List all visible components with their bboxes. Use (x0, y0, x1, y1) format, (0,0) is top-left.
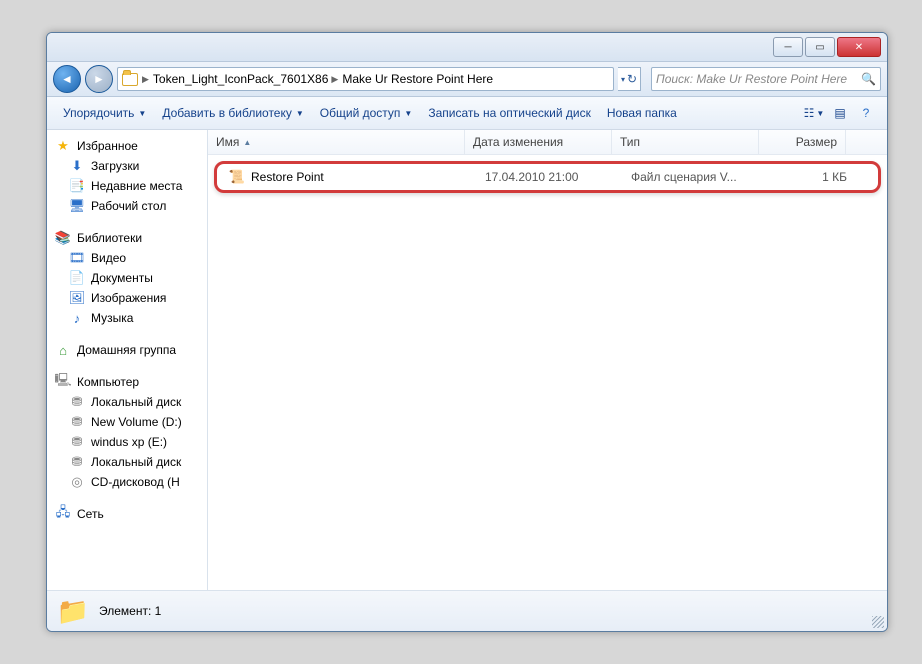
column-headers: Имя▲ Дата изменения Тип Размер (208, 130, 887, 155)
desktop-icon: 🖥 (69, 198, 85, 214)
video-icon: 🎞 (69, 250, 85, 266)
status-text: Элемент: 1 (99, 604, 161, 618)
sidebar-item-documents[interactable]: 📄Документы (47, 268, 207, 288)
share-button[interactable]: Общий доступ▼ (312, 102, 421, 124)
recent-icon: 📑 (69, 178, 85, 194)
file-name: Restore Point (251, 170, 324, 184)
sidebar-computer-head[interactable]: 🖳Компьютер (47, 372, 207, 392)
nav-bar: ◄ ► ▶ Token_Light_IconPack_7601X86▶ Make… (47, 62, 887, 97)
picture-icon: 🖼 (69, 290, 85, 306)
explorer-window: ─ ▭ ✕ ◄ ► ▶ Token_Light_IconPack_7601X86… (46, 32, 888, 632)
column-type[interactable]: Тип (612, 130, 759, 154)
computer-icon: 🖳 (55, 374, 71, 390)
refresh-button[interactable]: ▾ ↻ (618, 67, 641, 91)
sidebar-item-drive[interactable]: ⛃Локальный диск (47, 452, 207, 472)
sidebar-item-video[interactable]: 🎞Видео (47, 248, 207, 268)
drive-icon: ⛃ (69, 414, 85, 430)
title-bar: ─ ▭ ✕ (47, 33, 887, 62)
breadcrumb-item[interactable]: Make Ur Restore Point Here (342, 72, 493, 86)
drive-icon: ⛃ (69, 434, 85, 450)
sidebar-item-cd[interactable]: ◎CD-дисковод (H (47, 472, 207, 492)
column-name[interactable]: Имя▲ (208, 130, 465, 154)
sidebar-item-pictures[interactable]: 🖼Изображения (47, 288, 207, 308)
script-file-icon: 📜 (229, 169, 245, 185)
search-placeholder: Поиск: Make Ur Restore Point Here (656, 72, 847, 86)
library-icon: 📚 (55, 230, 71, 246)
chevron-down-icon: ▼ (404, 109, 412, 118)
cd-icon: ◎ (69, 474, 85, 490)
command-bar: Упорядочить▼ Добавить в библиотеку▼ Общи… (47, 97, 887, 130)
music-icon: ♪ (69, 310, 85, 326)
forward-button[interactable]: ► (85, 65, 113, 93)
sidebar-item-desktop[interactable]: 🖥Рабочий стол (47, 196, 207, 216)
sidebar-favorites-head[interactable]: ★Избранное (47, 136, 207, 156)
drive-icon: ⛃ (69, 394, 85, 410)
drive-icon: ⛃ (69, 454, 85, 470)
sidebar-item-music[interactable]: ♪Музыка (47, 308, 207, 328)
breadcrumb-item[interactable]: Token_Light_IconPack_7601X86▶ (153, 72, 338, 86)
organize-button[interactable]: Упорядочить▼ (55, 102, 154, 124)
new-folder-button[interactable]: Новая папка (599, 102, 685, 124)
burn-button[interactable]: Записать на оптический диск (420, 102, 599, 124)
maximize-button[interactable]: ▭ (805, 37, 835, 57)
highlight-annotation: 📜 Restore Point 17.04.2010 21:00 Файл сце… (214, 161, 881, 193)
add-library-button[interactable]: Добавить в библиотеку▼ (154, 102, 311, 124)
folder-icon (122, 71, 138, 87)
file-row[interactable]: 📜 Restore Point 17.04.2010 21:00 Файл сце… (221, 166, 874, 188)
back-button[interactable]: ◄ (53, 65, 81, 93)
file-list-pane: Имя▲ Дата изменения Тип Размер 📜 Restore … (208, 130, 887, 590)
search-icon: 🔍 (861, 72, 876, 86)
view-options-button[interactable]: ☷▼ (803, 102, 825, 124)
homegroup-icon: ⌂ (55, 342, 71, 358)
sidebar-item-drive[interactable]: ⛃windus xp (E:) (47, 432, 207, 452)
folder-icon: 📁 (57, 595, 89, 627)
preview-pane-button[interactable]: ▤ (829, 102, 851, 124)
breadcrumb-sep[interactable]: ▶ (142, 74, 149, 85)
file-type: Файл сценария V... (623, 170, 769, 184)
chevron-down-icon: ▼ (138, 109, 146, 118)
minimize-button[interactable]: ─ (773, 37, 803, 57)
sidebar-item-drive[interactable]: ⛃Локальный диск (47, 392, 207, 412)
refresh-icon: ↻ (627, 72, 637, 86)
address-bar[interactable]: ▶ Token_Light_IconPack_7601X86▶ Make Ur … (117, 67, 614, 91)
chevron-down-icon: ▼ (296, 109, 304, 118)
help-button[interactable]: ? (855, 102, 877, 124)
file-date: 17.04.2010 21:00 (477, 170, 623, 184)
file-size: 1 КБ (769, 170, 855, 184)
column-size[interactable]: Размер (759, 130, 846, 154)
sidebar-item-downloads[interactable]: ⬇Загрузки (47, 156, 207, 176)
document-icon: 📄 (69, 270, 85, 286)
close-button[interactable]: ✕ (837, 37, 881, 57)
sidebar-item-drive[interactable]: ⛃New Volume (D:) (47, 412, 207, 432)
sidebar-homegroup-head[interactable]: ⌂Домашняя группа (47, 340, 207, 360)
sort-asc-icon: ▲ (243, 138, 251, 147)
sidebar-item-recent[interactable]: 📑Недавние места (47, 176, 207, 196)
search-input[interactable]: Поиск: Make Ur Restore Point Here 🔍 (651, 67, 881, 91)
navigation-pane: ★Избранное ⬇Загрузки 📑Недавние места 🖥Ра… (47, 130, 208, 590)
chevron-down-icon: ▾ (621, 75, 625, 84)
column-date[interactable]: Дата изменения (465, 130, 612, 154)
sidebar-libraries-head[interactable]: 📚Библиотеки (47, 228, 207, 248)
status-bar: 📁 Элемент: 1 (47, 590, 887, 631)
sidebar-network-head[interactable]: 🖧Сеть (47, 504, 207, 524)
download-icon: ⬇ (69, 158, 85, 174)
star-icon: ★ (55, 138, 71, 154)
network-icon: 🖧 (55, 506, 71, 522)
